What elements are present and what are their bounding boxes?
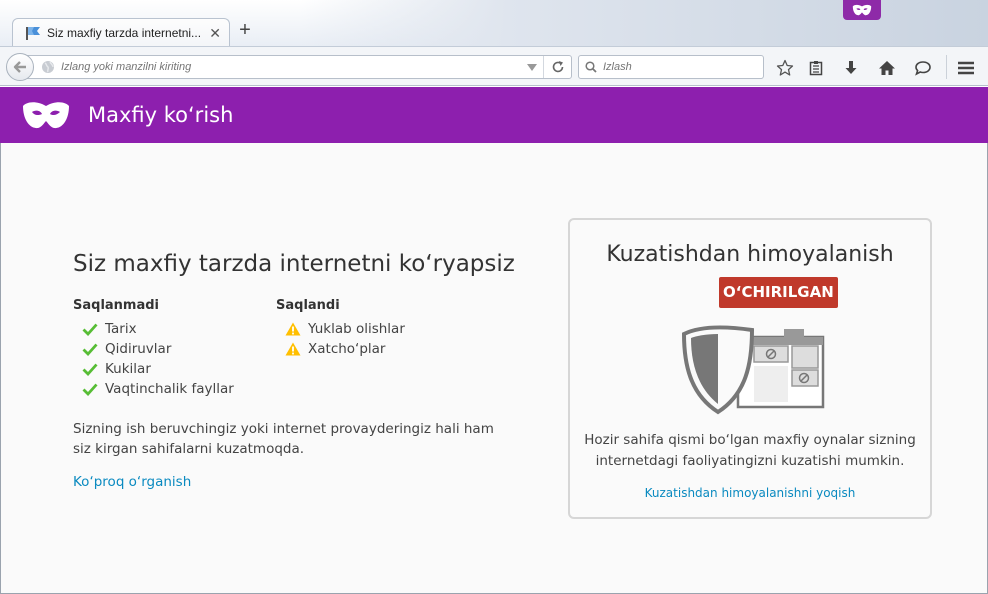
saved-item: Yuklab olishlar xyxy=(276,319,405,339)
tab-private-browsing[interactable]: Siz maxfiy tarzda internetni... ✕ xyxy=(12,18,230,47)
bookmark-star-button[interactable] xyxy=(774,57,796,79)
reload-button[interactable] xyxy=(543,56,571,78)
chat-bubble-icon xyxy=(915,61,931,76)
not-saved-item-label: Kukilar xyxy=(105,361,151,377)
search-input[interactable] xyxy=(603,61,753,73)
not-saved-item: Qidiruvlar xyxy=(73,339,234,359)
enable-tracking-protection-link[interactable]: Kuzatishdan himoyalanishni yoqish xyxy=(570,486,930,500)
tracking-protection-description: Hozir sahifa qismi bo‘lgan maxfiy oynala… xyxy=(584,432,916,469)
tracking-status-badge: O‘CHIRILGAN xyxy=(719,277,838,308)
saved-section: Saqlandi Yuklab olishlar Xatcho‘plar xyxy=(276,298,405,359)
private-browsing-indicator-icon xyxy=(843,0,881,20)
not-saved-item: Vaqtinchalik fayllar xyxy=(73,379,234,399)
reload-icon xyxy=(552,61,563,73)
downloads-icon xyxy=(845,61,857,74)
dropmarker-icon[interactable] xyxy=(527,63,537,71)
not-saved-item: Kukilar xyxy=(73,359,234,379)
page-title: Maxfiy ko‘rish xyxy=(88,103,234,127)
not-saved-section: Saqlanmadi Tarix Qidiruvlar Kukilar Vaqt… xyxy=(73,298,234,399)
main-heading: Siz maxfiy tarzda internetni ko‘ryapsiz xyxy=(73,251,515,277)
saved-item-label: Yuklab olishlar xyxy=(308,321,405,337)
window-frame xyxy=(300,0,988,46)
check-icon xyxy=(82,363,98,376)
reading-list-button[interactable] xyxy=(805,57,827,79)
saved-item: Xatcho‘plar xyxy=(276,339,405,359)
private-browsing-header: Maxfiy ko‘rish xyxy=(0,87,988,143)
hamburger-menu-icon xyxy=(958,61,974,75)
back-arrow-icon xyxy=(13,61,26,73)
tracking-protection-title: Kuzatishdan himoyalanish xyxy=(606,242,894,267)
not-saved-item-label: Tarix xyxy=(105,321,137,337)
search-bar[interactable] xyxy=(578,55,764,79)
url-input[interactable] xyxy=(61,61,501,73)
check-icon xyxy=(82,383,98,396)
saved-title: Saqlandi xyxy=(276,298,340,313)
check-icon xyxy=(82,323,98,336)
title-bar: Siz maxfiy tarzda internetni... ✕ + xyxy=(0,0,988,47)
not-saved-item: Tarix xyxy=(73,319,234,339)
url-bar[interactable] xyxy=(24,55,572,79)
search-icon xyxy=(585,61,597,73)
menu-button[interactable] xyxy=(955,57,977,79)
tracking-protection-card: Kuzatishdan himoyalanish O‘CHIRILGAN Hoz… xyxy=(568,218,932,519)
globe-icon xyxy=(42,61,54,73)
tab-title: Siz maxfiy tarzda internetni... xyxy=(47,26,202,40)
not-saved-item-label: Qidiruvlar xyxy=(105,341,172,357)
learn-more-link[interactable]: Ko‘proq o‘rganish xyxy=(73,474,191,490)
saved-item-label: Xatcho‘plar xyxy=(308,341,386,357)
not-saved-title: Saqlanmadi xyxy=(73,298,160,313)
toolbar-separator xyxy=(946,55,947,79)
private-tab-favicon-icon xyxy=(26,27,40,40)
disclaimer-text: Sizning ish beruvchingiz yoki internet p… xyxy=(73,421,494,457)
downloads-button[interactable] xyxy=(840,57,862,79)
home-button[interactable] xyxy=(876,57,898,79)
new-tab-button[interactable]: + xyxy=(234,20,256,42)
reading-list-icon xyxy=(809,61,823,76)
check-icon xyxy=(82,343,98,356)
warning-icon xyxy=(285,342,301,356)
private-mask-icon xyxy=(23,102,69,129)
not-saved-item-label: Vaqtinchalik fayllar xyxy=(105,381,234,397)
back-button[interactable] xyxy=(6,53,34,81)
tracking-protection-shield-icon xyxy=(681,325,825,415)
bookmark-star-icon xyxy=(776,59,794,76)
navigation-toolbar xyxy=(0,46,988,86)
chat-button[interactable] xyxy=(912,57,934,79)
tab-close-icon[interactable]: ✕ xyxy=(209,25,221,42)
warning-icon xyxy=(285,322,301,336)
page-content: Siz maxfiy tarzda internetni ko‘ryapsiz … xyxy=(0,143,988,594)
home-icon xyxy=(879,61,895,75)
